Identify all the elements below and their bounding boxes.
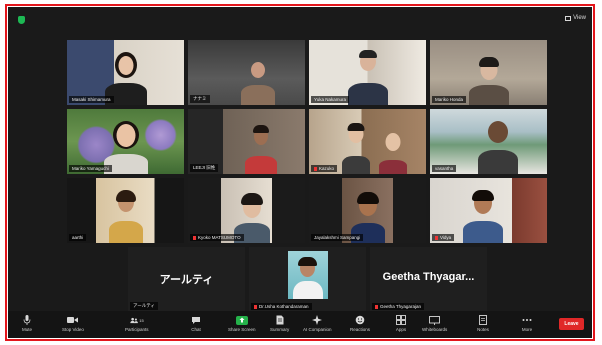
leave-button[interactable]: Leave <box>559 318 584 330</box>
whiteboard-icon <box>428 315 442 325</box>
participant-name: Dr.Usha Kothandaraman <box>251 303 312 310</box>
share-screen-icon <box>235 315 249 325</box>
video-tile[interactable]: Mariko Honda <box>430 40 547 105</box>
mute-button[interactable]: Mute <box>20 315 34 332</box>
whiteboards-button[interactable]: Whiteboards <box>422 315 447 332</box>
participant-name: Kazuko <box>311 165 338 172</box>
security-shield-icon[interactable] <box>18 16 25 24</box>
participant-name: Mariko Yamaguchi <box>69 165 112 172</box>
chat-button[interactable]: Chat <box>189 315 203 332</box>
participants-icon: 15 <box>130 315 144 325</box>
muted-mic-icon <box>193 235 196 240</box>
participant-name: vasantha <box>432 165 457 172</box>
video-tile[interactable]: Yuka Nakamura <box>309 40 426 105</box>
video-tile[interactable]: vasantha <box>430 109 547 174</box>
muted-mic-icon <box>435 235 438 240</box>
participant-count-badge: 15 <box>139 317 144 323</box>
ai-companion-button[interactable]: AI Companion <box>303 315 332 332</box>
apps-button[interactable]: Apps <box>394 315 408 332</box>
participant-name: Jayalakshmi Sampangi <box>311 234 364 241</box>
video-tile[interactable]: Kazuko <box>309 109 426 174</box>
video-camera-icon <box>66 315 80 325</box>
meeting-window: View Masaki Shimamura ナナミ Yuka Nakamura … <box>8 7 592 338</box>
more-icon <box>520 315 534 325</box>
participant-name: アールティ <box>130 302 158 310</box>
notes-icon <box>476 315 490 325</box>
ai-companion-icon <box>310 315 324 325</box>
muted-mic-icon <box>314 166 317 171</box>
video-tile-active-speaker[interactable]: Mariko Yamaguchi <box>67 109 184 174</box>
participant-display-name: アールティ <box>159 274 214 286</box>
video-tile[interactable]: ナナミ <box>188 40 305 105</box>
participant-name: aarthi <box>69 234 87 241</box>
video-tile[interactable]: Vidya <box>430 178 547 243</box>
apps-icon <box>394 315 408 325</box>
video-tile[interactable]: Jayalakshmi Sampangi <box>309 178 426 243</box>
participant-name: Mariko Honda <box>432 96 467 103</box>
notes-button[interactable]: Notes <box>476 315 490 332</box>
summary-button[interactable]: Summary <box>270 315 289 332</box>
grid-view-icon <box>565 15 572 21</box>
chat-icon <box>189 315 203 325</box>
participant-display-name: Geetha Thyagar... <box>382 271 475 283</box>
participant-name: Vidya <box>432 234 455 241</box>
video-tile-camera-off[interactable]: Geetha Thyagar... Geetha Thyagarajan <box>370 247 487 312</box>
stop-video-button[interactable]: Stop Video <box>62 315 84 332</box>
muted-mic-icon <box>375 304 378 309</box>
video-tile[interactable]: LEEJI 旧姓 <box>188 109 305 174</box>
profile-photo <box>288 251 328 299</box>
video-tile-camera-off[interactable]: アールティ アールティ <box>128 247 245 312</box>
participant-name: ナナミ <box>190 95 210 103</box>
participant-name: Geetha Thyagarajan <box>372 303 424 310</box>
more-button[interactable]: More <box>520 315 534 332</box>
reactions-icon <box>353 315 367 325</box>
video-tile[interactable]: Kyoko MATSUMOTO <box>188 178 305 243</box>
summary-icon <box>273 315 287 325</box>
meeting-toolbar: Mute Stop Video 15 Participants Chat Sha… <box>8 311 592 338</box>
video-tile[interactable]: aarthi <box>67 178 184 243</box>
participants-button[interactable]: 15 Participants <box>125 315 149 332</box>
view-label: View <box>573 15 586 21</box>
share-screen-button[interactable]: Share Screen <box>228 315 256 332</box>
reactions-button[interactable]: Reactions <box>350 315 370 332</box>
view-button[interactable]: View <box>565 15 586 21</box>
participant-name: Yuka Nakamura <box>311 96 350 103</box>
video-tile-profile-photo[interactable]: Dr.Usha Kothandaraman <box>249 247 366 312</box>
muted-mic-icon <box>254 304 257 309</box>
participant-name: Kyoko MATSUMOTO <box>190 234 244 241</box>
participant-name: Masaki Shimamura <box>69 96 114 103</box>
video-tile[interactable]: Masaki Shimamura <box>67 40 184 105</box>
microphone-icon <box>20 315 34 325</box>
participant-name: LEEJI 旧姓 <box>190 164 219 172</box>
